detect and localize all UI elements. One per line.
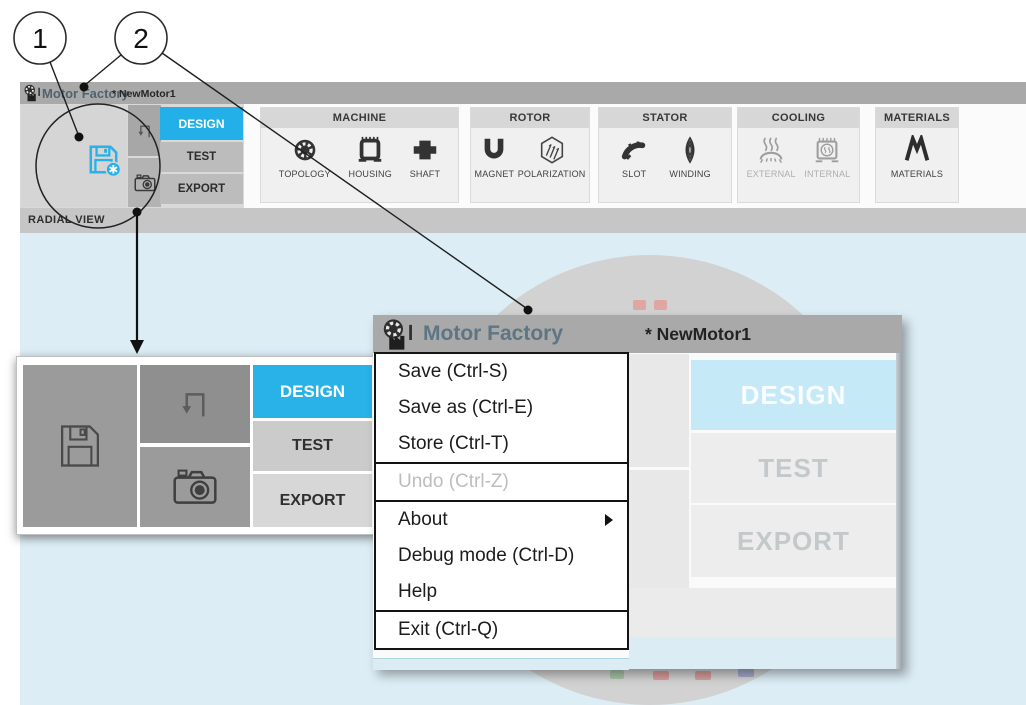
- inset-tab-design[interactable]: DESIGN: [253, 365, 372, 418]
- menu-item-save[interactable]: Save (Ctrl-S): [376, 354, 627, 390]
- menu-item-about-label: About: [398, 509, 448, 531]
- motor-factory-logo-icon: [381, 318, 414, 351]
- menu-item-debug-mode[interactable]: Debug mode (Ctrl-D): [376, 538, 627, 574]
- popup-tab-export[interactable]: EXPORT: [691, 505, 896, 577]
- magnet-icon: [479, 135, 509, 165]
- ribbon-group-rotor: ROTOR MAGNET POLARIZAT: [470, 107, 590, 203]
- ribbon-group-cooling: COOLING EXTERNAL: [737, 107, 860, 203]
- shaft-icon: [410, 135, 440, 165]
- inset-tab-export[interactable]: EXPORT: [253, 474, 372, 527]
- main-titlebar: Motor Factory * NewMotor1: [20, 82, 1026, 104]
- menu-item-help[interactable]: Help: [376, 574, 627, 610]
- external-cooling-icon: [756, 135, 786, 165]
- inset-zoom-panel: DESIGN TEST EXPORT: [16, 356, 379, 535]
- magnet-fragment: [610, 670, 624, 679]
- screenshot-button[interactable]: [128, 158, 161, 207]
- topology-icon: [290, 135, 320, 165]
- ribbon-item-materials[interactable]: MATERIALS: [891, 135, 943, 179]
- magnet-fragment: [654, 300, 667, 310]
- popup-window: Motor Factory * NewMotor1 DESIGN TEST EX…: [373, 315, 902, 669]
- popup-titlebar: Motor Factory * NewMotor1: [373, 315, 902, 353]
- ribbon-group-stator: STATOR SLOT: [598, 107, 732, 203]
- inset-save-button[interactable]: [23, 365, 137, 527]
- popup-tab-test[interactable]: TEST: [691, 433, 896, 503]
- popup-faded-toolbar-block: [629, 470, 689, 590]
- camera-icon: [170, 462, 220, 512]
- submenu-arrow-icon: [605, 514, 613, 526]
- popup-faded-canvas-strip: [629, 637, 896, 669]
- save-icon: [85, 141, 122, 178]
- ribbon-item-slot[interactable]: SLOT: [619, 135, 649, 179]
- slot-icon: [619, 135, 649, 165]
- motor-factory-logo-icon: [23, 84, 41, 102]
- magnet-fragment: [633, 300, 646, 310]
- magnet-fragment: [738, 668, 754, 677]
- polarization-icon: [537, 135, 567, 165]
- popup-faded-canvas-strip: [373, 658, 629, 670]
- screenshot-stage: Motor Factory * NewMotor1: [0, 0, 1026, 705]
- menu-item-store[interactable]: Store (Ctrl-T): [376, 426, 627, 462]
- popup-faded-toolbar-block: [629, 354, 689, 467]
- camera-icon: [133, 171, 157, 195]
- menu-item-about[interactable]: About: [376, 502, 627, 538]
- popup-menu: Save (Ctrl-S) Save as (Ctrl-E) Store (Ct…: [374, 352, 629, 650]
- ribbon-group-machine: MACHINE TOPOLOGY: [260, 107, 459, 203]
- ribbon-item-shaft[interactable]: SHAFT: [410, 135, 441, 179]
- internal-cooling-icon: [812, 135, 842, 165]
- undo-arrow-icon: [134, 120, 156, 142]
- undo-arrow-icon: [173, 382, 217, 426]
- ribbon-item-polarization[interactable]: POLARIZATION: [518, 135, 586, 179]
- callout-1-circle: [14, 12, 66, 64]
- ribbon-item-external-cooling[interactable]: EXTERNAL: [747, 135, 796, 179]
- tab-export[interactable]: EXPORT: [160, 174, 243, 204]
- popup-faded-viewbar: [629, 588, 896, 637]
- ribbon-item-magnet[interactable]: MAGNET: [475, 135, 515, 179]
- tab-design[interactable]: DESIGN: [160, 107, 243, 140]
- ribbon: DESIGN TEST EXPORT MACHINE TOPOLOGY: [20, 104, 1026, 209]
- inset-screenshot-button[interactable]: [140, 447, 250, 527]
- main-document-name: * NewMotor1: [112, 88, 176, 100]
- save-floppy-icon: [54, 420, 106, 472]
- tab-test[interactable]: TEST: [160, 142, 243, 172]
- housing-icon: [355, 135, 385, 165]
- group-title: COOLING: [738, 108, 859, 128]
- inset-tab-test[interactable]: TEST: [253, 421, 372, 471]
- ribbon-item-housing[interactable]: HOUSING: [349, 135, 392, 179]
- undo-button[interactable]: [128, 105, 161, 156]
- ribbon-group-materials: MATERIALS MATERIALS: [875, 107, 959, 203]
- callout-2-circle: [115, 12, 167, 64]
- materials-icon: [902, 135, 932, 165]
- group-title: STATOR: [599, 108, 731, 128]
- callout-2-number: 2: [133, 23, 149, 54]
- ribbon-item-topology[interactable]: TOPOLOGY: [279, 135, 331, 179]
- menu-item-exit[interactable]: Exit (Ctrl-Q): [376, 612, 627, 648]
- callout-1-number: 1: [32, 23, 48, 54]
- magnet-fragment: [695, 671, 711, 680]
- popup-window-title: Motor Factory: [423, 322, 563, 346]
- callout-2-leader-line-titlebar: [85, 55, 121, 85]
- popup-tab-design[interactable]: DESIGN: [691, 360, 896, 430]
- ribbon-item-internal-cooling[interactable]: INTERNAL: [804, 135, 850, 179]
- popup-document-name: * NewMotor1: [645, 324, 751, 345]
- winding-icon: [675, 135, 705, 165]
- magnet-fragment: [653, 671, 669, 680]
- menu-item-undo[interactable]: Undo (Ctrl-Z): [376, 464, 627, 500]
- save-button[interactable]: [21, 105, 127, 207]
- group-title: ROTOR: [471, 108, 589, 128]
- group-title: MACHINE: [261, 108, 458, 128]
- radial-view-label: RADIAL VIEW: [28, 214, 105, 226]
- group-title: MATERIALS: [876, 108, 958, 128]
- popup-window-right-edge: [896, 353, 902, 669]
- ribbon-item-winding[interactable]: WINDING: [669, 135, 710, 179]
- inset-undo-button[interactable]: [140, 365, 250, 443]
- radial-view-bar: RADIAL VIEW: [20, 208, 1026, 233]
- menu-item-save-as[interactable]: Save as (Ctrl-E): [376, 390, 627, 426]
